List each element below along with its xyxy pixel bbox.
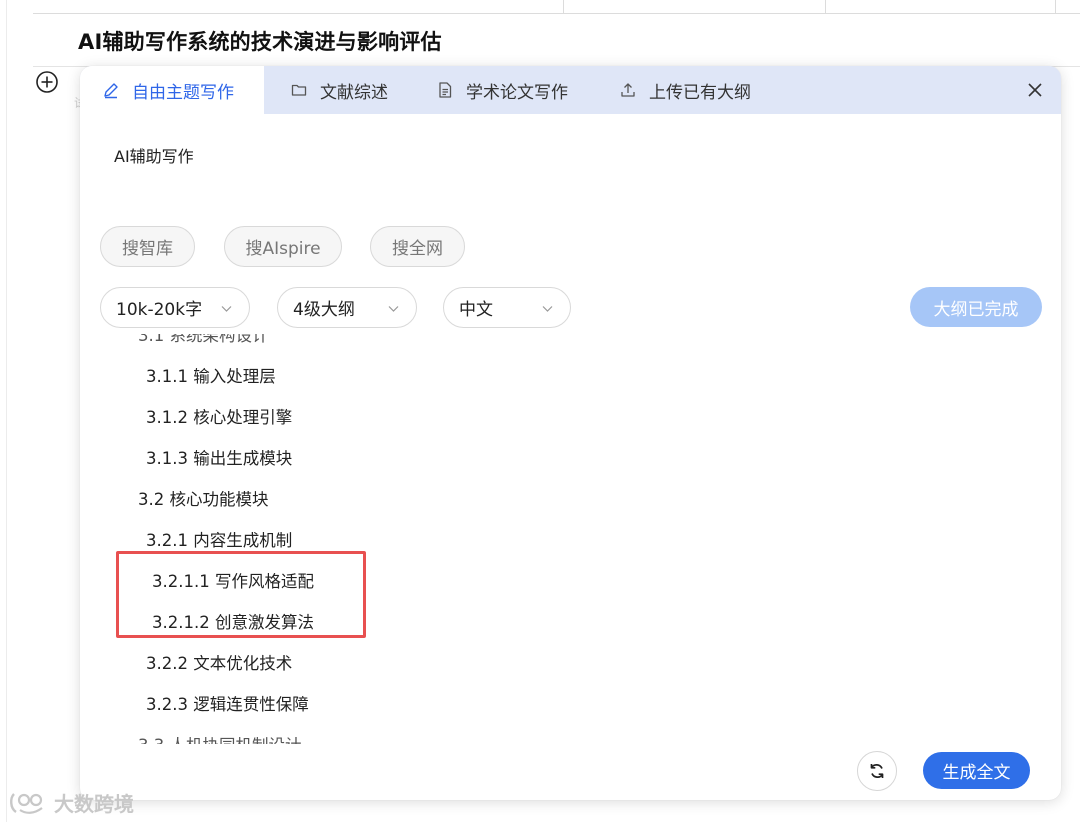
outline-list[interactable]: 3.1 系统架构设计 3.1.1 输入处理层 3.1.2 核心处理引擎 3.1.…	[80, 334, 1061, 744]
refresh-button[interactable]	[857, 751, 897, 791]
pencil-icon	[104, 83, 118, 99]
close-icon[interactable]	[1023, 78, 1047, 102]
outline-item[interactable]: 3.1.2 核心处理引擎	[146, 404, 292, 428]
outline-level-select[interactable]: 4级大纲	[277, 287, 417, 328]
language-select[interactable]: 中文	[443, 287, 571, 328]
tab-label: 文献综述	[320, 82, 388, 103]
tab-label: 上传已有大纲	[649, 82, 751, 103]
select-value: 中文	[459, 300, 493, 320]
tab-upload-outline[interactable]: 上传已有大纲	[619, 66, 751, 114]
left-margin-rule	[6, 0, 7, 822]
writing-modal: 自由主题写作 文献综述 学术论文写作 上传已有大纲 AI辅助写作 搜智库 搜AI…	[80, 66, 1061, 800]
highlight-annotation-box	[116, 551, 366, 638]
generate-full-text-button[interactable]: 生成全文	[923, 752, 1030, 789]
outline-item[interactable]: 3.2.3 逻辑连贯性保障	[146, 691, 309, 715]
add-block-icon[interactable]	[35, 70, 59, 94]
search-aispire-button[interactable]: 搜AIspire	[224, 226, 342, 267]
outline-item[interactable]: 3.1 系统架构设计	[138, 334, 269, 346]
mode-tabbar: 自由主题写作 文献综述 学术论文写作 上传已有大纲	[80, 66, 1061, 114]
page: AI辅助写作系统的技术演进与影响评估 试 自由主题写作 文献综述	[0, 0, 1080, 822]
search-web-button[interactable]: 搜全网	[370, 226, 465, 267]
document-icon	[439, 82, 452, 98]
refresh-icon	[870, 764, 884, 778]
outline-item[interactable]: 3.2.2 文本优化技术	[146, 650, 292, 674]
tab-label: 学术论文写作	[466, 82, 568, 103]
watermark-text: 大数跨境	[54, 792, 134, 816]
tab-literature-review[interactable]: 文献综述	[290, 66, 388, 114]
tab-academic-paper-writing[interactable]: 学术论文写作	[436, 66, 568, 114]
select-value: 10k-20k字	[116, 300, 203, 320]
topic-input[interactable]: AI辅助写作	[114, 143, 194, 167]
search-think-tank-button[interactable]: 搜智库	[100, 226, 195, 267]
folder-icon	[291, 84, 307, 96]
outline-item[interactable]: 3.2 核心功能模块	[138, 486, 269, 510]
outline-item[interactable]: 3.3 人机协同机制设计	[138, 732, 302, 744]
chevron-down-icon	[542, 306, 553, 312]
document-table-edge	[33, 0, 1080, 14]
watermark: 大数跨境	[8, 788, 134, 817]
tab-label: 自由主题写作	[132, 82, 234, 103]
outline-item[interactable]: 3.2.1 内容生成机制	[146, 527, 292, 551]
upload-icon	[621, 83, 635, 97]
outline-item[interactable]: 3.1.3 输出生成模块	[146, 445, 292, 469]
watermark-logo-icon	[10, 792, 43, 814]
outline-done-button[interactable]: 大纲已完成	[910, 287, 1042, 327]
tab-free-topic-writing[interactable]: 自由主题写作	[80, 66, 264, 114]
word-count-select[interactable]: 10k-20k字	[100, 287, 250, 328]
chevron-down-icon	[388, 306, 399, 312]
outline-item[interactable]: 3.1.1 输入处理层	[146, 363, 276, 387]
select-value: 4级大纲	[293, 300, 355, 320]
chevron-down-icon	[221, 306, 232, 312]
document-title: AI辅助写作系统的技术演进与影响评估	[78, 30, 442, 54]
